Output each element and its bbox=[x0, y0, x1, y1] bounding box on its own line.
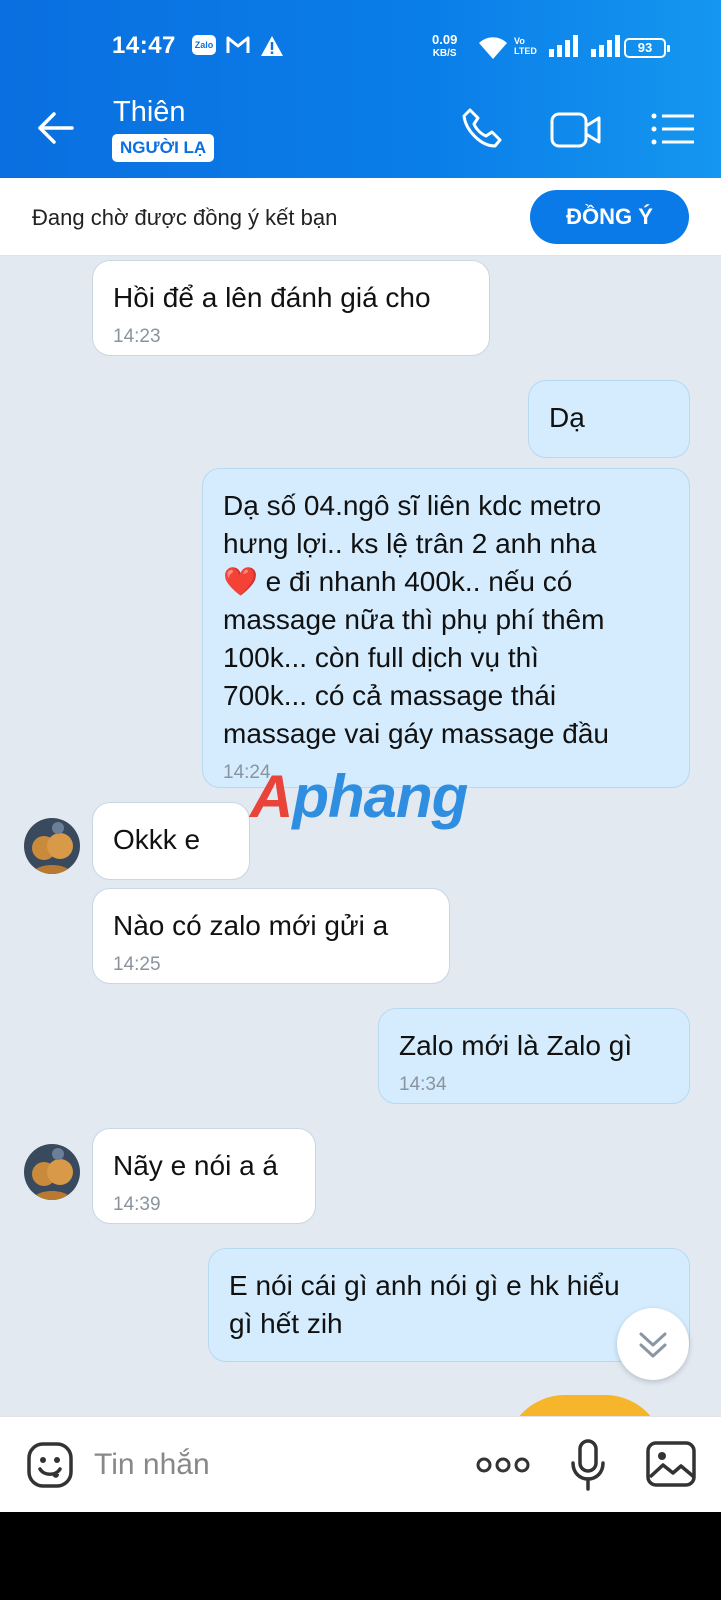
watermark-part1: A bbox=[250, 763, 293, 830]
emoji-icon[interactable] bbox=[26, 1441, 74, 1489]
signal-icon-2 bbox=[590, 35, 622, 62]
message-list[interactable]: Hồi để a lên đánh giá cho 14:23 Dạ Dạ số… bbox=[0, 256, 721, 1416]
message-time: 14:34 bbox=[399, 1074, 447, 1095]
message-text: Nào có zalo mới gửi a bbox=[113, 910, 389, 941]
message-bubble-incoming[interactable]: Nào có zalo mới gửi a 14:25 bbox=[92, 888, 450, 984]
back-arrow-icon[interactable] bbox=[34, 106, 78, 150]
wifi-icon bbox=[478, 35, 508, 66]
status-time: 14:47 bbox=[112, 32, 176, 59]
friend-request-bar: Đang chờ được đồng ý kết bạn ĐỒNG Ý bbox=[0, 178, 721, 256]
contact-name[interactable]: Thiên bbox=[113, 96, 186, 129]
volte-top: Vo bbox=[514, 36, 525, 46]
gallery-icon[interactable] bbox=[646, 1441, 696, 1487]
stranger-badge: NGƯỜI LẠ bbox=[112, 134, 215, 162]
network-speed-value: 0.09 bbox=[432, 32, 458, 47]
message-bubble-outgoing[interactable]: Dạ số 04.ngô sĩ liên kdc metro hưng lợi.… bbox=[202, 468, 690, 788]
contact-avatar[interactable] bbox=[24, 1144, 80, 1200]
scroll-down-button[interactable] bbox=[617, 1308, 689, 1380]
message-time: 14:25 bbox=[113, 954, 161, 975]
message-text: Dạ bbox=[549, 402, 585, 433]
message-input[interactable] bbox=[94, 1443, 434, 1487]
message-text: Nãy e nói a á bbox=[113, 1150, 278, 1181]
warning-icon bbox=[260, 35, 284, 62]
gmail-icon bbox=[226, 35, 250, 60]
watermark-part2: phang bbox=[292, 763, 468, 830]
top-bar: 14:47 Zalo 0.09 KB/S Vo LTED 93 Thiên NG… bbox=[0, 0, 721, 178]
system-navigation-bar bbox=[0, 1512, 721, 1600]
message-text: Dạ số 04.ngô sĩ liên kdc metro hưng lợi.… bbox=[223, 490, 609, 749]
message-text: E nói cái gì anh nói gì e hk hiểu gì hết… bbox=[229, 1270, 620, 1339]
zalo-notification-icon: Zalo bbox=[192, 35, 216, 55]
message-bubble-incoming[interactable]: Hồi để a lên đánh giá cho 14:23 bbox=[92, 260, 490, 356]
status-bar: 14:47 Zalo 0.09 KB/S Vo LTED 93 bbox=[0, 0, 721, 82]
microphone-icon[interactable] bbox=[570, 1439, 606, 1491]
battery-indicator: 93 bbox=[624, 38, 670, 58]
message-time: 14:39 bbox=[113, 1194, 161, 1215]
message-text: Hồi để a lên đánh giá cho bbox=[113, 282, 431, 313]
volte-indicator: Vo LTED bbox=[514, 36, 537, 56]
accept-friend-button[interactable]: ĐỒNG Ý bbox=[530, 190, 689, 244]
message-text: Okkk e bbox=[113, 824, 201, 855]
contact-avatar[interactable] bbox=[24, 818, 80, 874]
chat-header: Thiên NGƯỜI LẠ bbox=[0, 82, 721, 178]
friend-request-text: Đang chờ được đồng ý kết bạn bbox=[32, 205, 338, 230]
message-time: 14:23 bbox=[113, 326, 161, 347]
network-speed: 0.09 KB/S bbox=[432, 32, 458, 60]
menu-list-icon[interactable] bbox=[650, 106, 696, 152]
message-bubble-incoming[interactable]: Nãy e nói a á 14:39 bbox=[92, 1128, 316, 1224]
signal-icon bbox=[548, 35, 580, 62]
watermark-logo: Aphang bbox=[250, 762, 468, 831]
more-dots-icon[interactable] bbox=[476, 1455, 530, 1475]
message-bubble-outgoing[interactable]: Zalo mới là Zalo gì 14:34 bbox=[378, 1008, 690, 1104]
phone-icon[interactable] bbox=[460, 106, 506, 152]
network-speed-unit: KB/S bbox=[432, 48, 457, 59]
chevron-down-icon bbox=[639, 1332, 667, 1358]
message-bubble-outgoing[interactable]: Dạ bbox=[528, 380, 690, 458]
video-camera-icon[interactable] bbox=[550, 108, 602, 152]
volte-bottom: LTED bbox=[514, 46, 537, 56]
message-bubble-incoming[interactable]: Okkk e bbox=[92, 802, 250, 880]
message-text: Zalo mới là Zalo gì bbox=[399, 1030, 633, 1061]
message-input-bar bbox=[0, 1416, 721, 1512]
